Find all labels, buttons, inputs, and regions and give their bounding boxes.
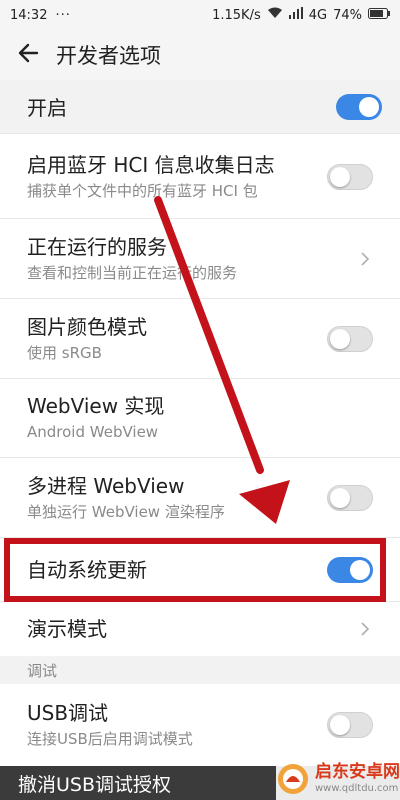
master-toggle-switch[interactable] xyxy=(336,93,382,120)
setting-usb-debugging[interactable]: USB调试 连接USB后启用调试模式 xyxy=(0,684,400,766)
back-button[interactable] xyxy=(0,30,56,80)
app-bar: 开发者选项 xyxy=(0,30,400,80)
setting-picture-color-mode[interactable]: 图片颜色模式 使用 sRGB xyxy=(0,299,400,379)
developer-options-master-row[interactable]: 开启 xyxy=(0,80,400,134)
setting-title: 演示模式 xyxy=(27,617,107,641)
status-time: 14:32 xyxy=(10,7,48,23)
page-title: 开发者选项 xyxy=(56,44,161,68)
setting-title: 多进程 WebView xyxy=(27,473,185,498)
network-speed: 1.15K/s xyxy=(212,7,261,23)
notification-dots: ··· xyxy=(55,7,71,23)
chevron-right-icon xyxy=(355,251,375,267)
setting-subtitle: 使用 sRGB xyxy=(27,343,102,362)
master-toggle-label: 开启 xyxy=(27,96,67,120)
setting-webview-implementation[interactable]: WebView 实现 Android WebView xyxy=(0,379,400,458)
setting-demo-mode[interactable]: 演示模式 xyxy=(0,602,400,656)
setting-title: 图片颜色模式 xyxy=(27,314,147,339)
back-arrow-icon xyxy=(17,43,39,67)
setting-title: 正在运行的服务 xyxy=(27,234,167,259)
watermark-logo: 启东安卓网 www.qdltdu.com xyxy=(276,758,400,800)
chevron-right-icon xyxy=(355,621,375,637)
wifi-icon xyxy=(267,7,283,23)
battery-percent: 74% xyxy=(333,7,362,23)
picture-color-mode-toggle[interactable] xyxy=(327,325,373,352)
multiprocess-webview-toggle[interactable] xyxy=(327,484,373,511)
watermark-title: 启东安卓网 xyxy=(315,762,400,782)
bluetooth-hci-log-toggle[interactable] xyxy=(327,163,373,190)
section-header-debug: 调试 xyxy=(0,656,400,684)
auto-system-update-toggle[interactable] xyxy=(327,556,373,583)
setting-subtitle: 单独运行 WebView 渲染程序 xyxy=(27,502,225,521)
watermark-emblem-icon xyxy=(278,764,308,794)
network-type: 4G xyxy=(308,7,328,23)
setting-title: WebView 实现 xyxy=(27,394,165,418)
setting-subtitle: 捕获单个文件中的所有蓝牙 HCI 包 xyxy=(27,181,258,200)
usb-debugging-toggle[interactable] xyxy=(327,712,373,738)
setting-auto-system-update[interactable]: 自动系统更新 xyxy=(0,538,400,602)
setting-subtitle: Android WebView xyxy=(27,423,159,441)
setting-bluetooth-hci-log[interactable]: 启用蓝牙 HCI 信息收集日志 捕获单个文件中的所有蓝牙 HCI 包 xyxy=(0,135,400,219)
setting-title: 自动系统更新 xyxy=(27,557,147,582)
setting-subtitle: 连接USB后启用调试模式 xyxy=(27,730,193,748)
setting-title: USB调试 xyxy=(27,701,109,725)
setting-multiprocess-webview[interactable]: 多进程 WebView 单独运行 WebView 渲染程序 xyxy=(0,458,400,538)
setting-running-services[interactable]: 正在运行的服务 查看和控制当前正在运行的服务 xyxy=(0,219,400,299)
bottom-item-label: 撤消USB调试授权 xyxy=(18,773,172,796)
status-bar: 14:32 ··· 1.15K/s 4G 74% xyxy=(0,0,400,30)
battery-icon xyxy=(368,7,390,23)
signal-icon xyxy=(288,7,303,23)
setting-subtitle: 查看和控制当前正在运行的服务 xyxy=(27,263,238,282)
setting-title: 启用蓝牙 HCI 信息收集日志 xyxy=(27,152,275,177)
watermark-url: www.qdltdu.com xyxy=(315,783,399,794)
